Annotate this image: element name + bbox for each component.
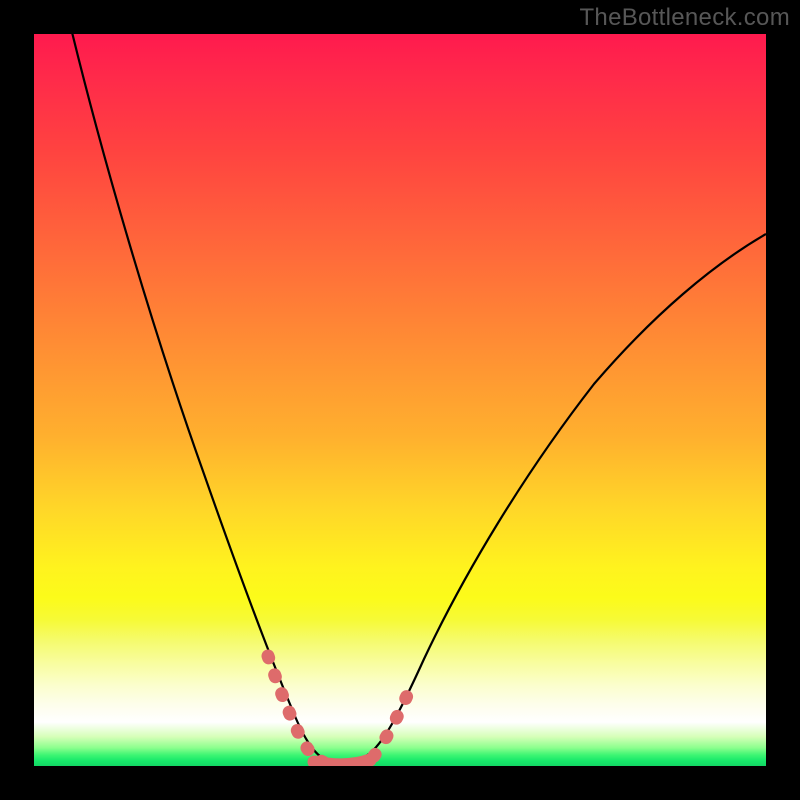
watermark-text: TheBottleneck.com (579, 4, 790, 32)
chart-frame: TheBottleneck.com (0, 0, 800, 800)
sweet-spot-left (268, 656, 326, 763)
sweet-spot-bottom (314, 760, 370, 765)
curve-layer (34, 34, 766, 766)
sweet-spot-right (374, 689, 410, 756)
bottleneck-curve (70, 34, 766, 763)
plot-area (34, 34, 766, 766)
